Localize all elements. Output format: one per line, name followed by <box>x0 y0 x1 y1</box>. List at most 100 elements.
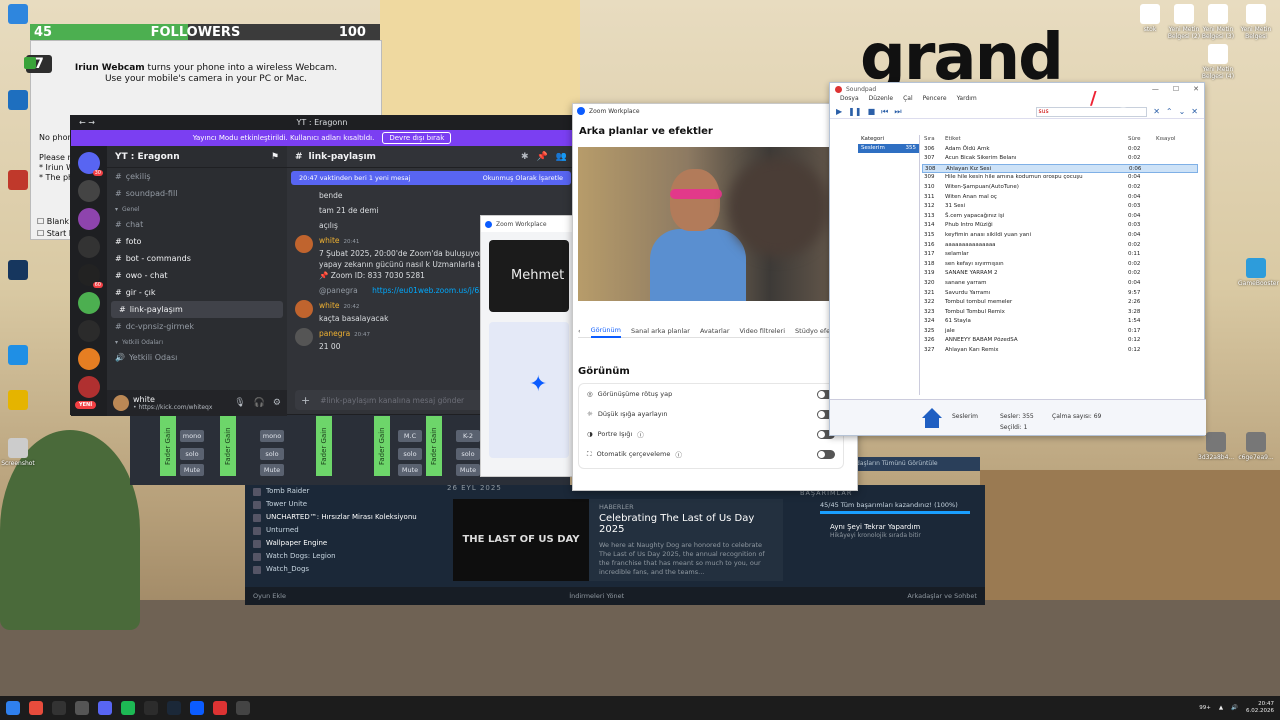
channel-item[interactable]: # chat <box>107 216 287 233</box>
channel-item[interactable]: # gir - çık <box>107 284 287 301</box>
table-row[interactable]: 320 sanane yarram 0:04 <box>922 279 1198 289</box>
table-row[interactable]: 317 selamlar 0:11 <box>922 250 1198 260</box>
table-row[interactable]: 325 jale 0:17 <box>922 327 1198 337</box>
table-row[interactable]: 315 keyfimin anası sikildi yuan yani 0:04 <box>922 231 1198 241</box>
zoom-background-effects-window[interactable]: Zoom Workplace✕ Arka planlar ve efektler… <box>572 103 858 491</box>
server-icon[interactable] <box>78 292 100 314</box>
game-list-item[interactable]: Watch_Dogs <box>253 563 433 576</box>
table-row[interactable]: 319 SANANE YARRAM 2 0:02 <box>922 269 1198 279</box>
info-icon[interactable]: ⓘ <box>675 449 682 459</box>
table-row[interactable]: 309 Hile hile kesin hile amına kodumun or… <box>922 173 1198 183</box>
invite-icon[interactable]: ⚑ <box>271 152 279 162</box>
participant-tile[interactable]: Mehmet De <box>489 240 569 312</box>
members-icon[interactable]: 👥 <box>556 152 567 162</box>
system-tray[interactable]: 99+ ▲ 🔊 20:47 6.02.2026 <box>1199 701 1274 715</box>
channel-category[interactable]: ▾ Genel <box>107 202 287 216</box>
start-icon[interactable] <box>6 701 20 715</box>
info-icon[interactable]: ⓘ <box>637 429 644 439</box>
desktop-icon[interactable] <box>0 4 36 26</box>
table-row[interactable]: 327 Ahlayan Karı Remix 0:12 <box>922 346 1198 356</box>
steam-icon[interactable] <box>167 701 181 715</box>
sound-table[interactable]: Sıra Etiket Süre Kısayol 306 Adam Öldü Am… <box>922 135 1198 356</box>
message-author[interactable]: panegra <box>319 329 350 338</box>
desktop-icon[interactable] <box>0 260 36 282</box>
desktop-icon-screenshot[interactable]: Screenshot <box>0 438 36 467</box>
table-row[interactable]: 308 Ahlayan Kız Sesi 0:06 <box>922 163 1198 174</box>
server-icon[interactable] <box>78 180 100 202</box>
server-list[interactable]: 30 60 YENİ <box>71 146 107 416</box>
category-item[interactable]: Seslerim 355 <box>858 144 919 153</box>
mixer-k2-button[interactable]: K-2 <box>456 430 480 442</box>
table-row[interactable]: 324 61 Stayla 1:54 <box>922 317 1198 327</box>
disable-streamer-button[interactable]: Devre dışı bırak <box>382 132 452 144</box>
discord-icon[interactable] <box>98 701 112 715</box>
channel-item[interactable]: # soundpad-fill <box>107 185 287 202</box>
avatar[interactable] <box>295 328 313 346</box>
volume-icon[interactable]: 🔊 <box>1231 705 1238 711</box>
avatar[interactable] <box>295 235 313 253</box>
game-list-item[interactable]: UNCHARTED™: Hırsızlar Mirası Koleksiyonu <box>253 511 433 524</box>
channel-item[interactable]: # dc-vpnsiz-girmek <box>107 318 287 335</box>
soundpad-window[interactable]: Soundpad — ☐ ✕ Dosya Düzenle Çal Pencere Ya… <box>829 82 1206 436</box>
home-icon[interactable]: 30 <box>78 152 103 176</box>
headphones-icon[interactable]: 🎧 <box>254 398 265 408</box>
server-icon[interactable]: 60 <box>78 264 103 288</box>
table-row[interactable]: 313 Š.cem yapacağınız işi 0:04 <box>922 212 1198 222</box>
desktop-icon-doc[interactable]: Yeni Metin Belgesi <box>1238 4 1274 40</box>
mixer-mono-button[interactable]: mono <box>260 430 284 442</box>
add-attachment-icon[interactable]: + <box>301 394 310 407</box>
column-header[interactable]: Süre <box>1128 135 1156 145</box>
table-row[interactable]: 306 Adam Öldü Amk 0:02 <box>922 145 1198 155</box>
add-game-button[interactable]: Oyun Ekle <box>253 592 286 600</box>
avatar[interactable] <box>295 300 313 318</box>
threads-icon[interactable]: ✱ <box>521 152 529 162</box>
auto-framing-toggle[interactable] <box>817 449 835 459</box>
column-header[interactable]: Etiket <box>945 135 1128 145</box>
brave-icon[interactable] <box>29 701 43 715</box>
table-row[interactable]: 314 Phub Intro Müziği 0:03 <box>922 221 1198 231</box>
mixer-solo-button[interactable]: solo <box>456 448 480 460</box>
channel-item[interactable]: # owo - chat <box>107 267 287 284</box>
desktop-icon[interactable] <box>0 390 36 412</box>
fader[interactable]: Fader Gain <box>316 410 332 485</box>
clock[interactable]: 20:47 6.02.2026 <box>1246 701 1274 715</box>
menu-help[interactable]: Yardım <box>957 95 977 105</box>
table-row[interactable]: 311 Witen Anan mal oç 0:04 <box>922 193 1198 203</box>
tab-appearance[interactable]: Görünüm <box>590 324 621 338</box>
stop-icon[interactable]: ■ <box>868 107 876 116</box>
menu-window[interactable]: Pencere <box>923 95 947 105</box>
channel-item[interactable]: # çekiliş <box>107 168 287 185</box>
table-row[interactable]: 310 Witen-Şampuan(AutoTune) 0:02 <box>922 183 1198 193</box>
server-icon[interactable] <box>78 208 100 230</box>
server-icon[interactable] <box>78 320 100 342</box>
mixer-mute-button[interactable]: Mute <box>180 464 204 476</box>
mixer-mono-button[interactable]: mono <box>180 430 204 442</box>
new-messages-bar[interactable]: 20:47 vaktinden beri 1 yeni mesaj Okunmuş… <box>291 171 571 185</box>
mixer-mc-button[interactable]: M.C <box>398 430 422 442</box>
table-row[interactable]: 323 Tombul Tombul Remix 3:28 <box>922 308 1198 318</box>
soundpad-icon[interactable] <box>213 701 227 715</box>
achievements-panel[interactable]: BAŞARIMLAR 45/45 Tüm başarımları kazandı… <box>800 489 980 539</box>
menu-play[interactable]: Çal <box>903 95 913 105</box>
table-row[interactable]: 307 Acun Bicak Sikerim Belanı 0:02 <box>922 154 1198 164</box>
desktop-icon-image[interactable]: c6ge7ea9... <box>1238 432 1274 461</box>
server-icon[interactable] <box>78 236 100 258</box>
user-panel[interactable]: white • https://kick.com/whiteqx 🎙 🎧 ⚙ <box>107 390 287 416</box>
desktop-icon-doc[interactable]: Yeni Metin Belgesi (3) <box>1200 4 1236 40</box>
tab-video-filters[interactable]: Video filtreleri <box>740 327 786 335</box>
game-list-item[interactable]: Tower Unite <box>253 498 433 511</box>
previous-icon[interactable]: ⏮ <box>881 107 888 117</box>
column-header[interactable]: Kısayol <box>1156 135 1176 145</box>
tab-avatars[interactable]: Avatarlar <box>700 327 730 335</box>
desktop-icon-image[interactable]: 3d32a8b4... <box>1198 432 1234 461</box>
fader[interactable]: Fader Gain <box>426 410 442 485</box>
desktop-icon-gamebooster[interactable]: GameBooster <box>1238 258 1279 287</box>
steam-game-list[interactable]: Tomb Raider Tower Unite UNCHARTED™: Hırs… <box>253 485 433 576</box>
next-icon[interactable]: ⏭ <box>894 107 901 117</box>
mixer-mute-button[interactable]: Mute <box>398 464 422 476</box>
app-icon[interactable] <box>144 701 158 715</box>
pause-icon[interactable]: ❚❚ <box>848 107 861 116</box>
mixer-mute-button[interactable]: Mute <box>260 464 284 476</box>
tabs-back-icon[interactable]: ‹ <box>578 327 581 335</box>
network-icon[interactable]: ▲ <box>1219 705 1223 711</box>
